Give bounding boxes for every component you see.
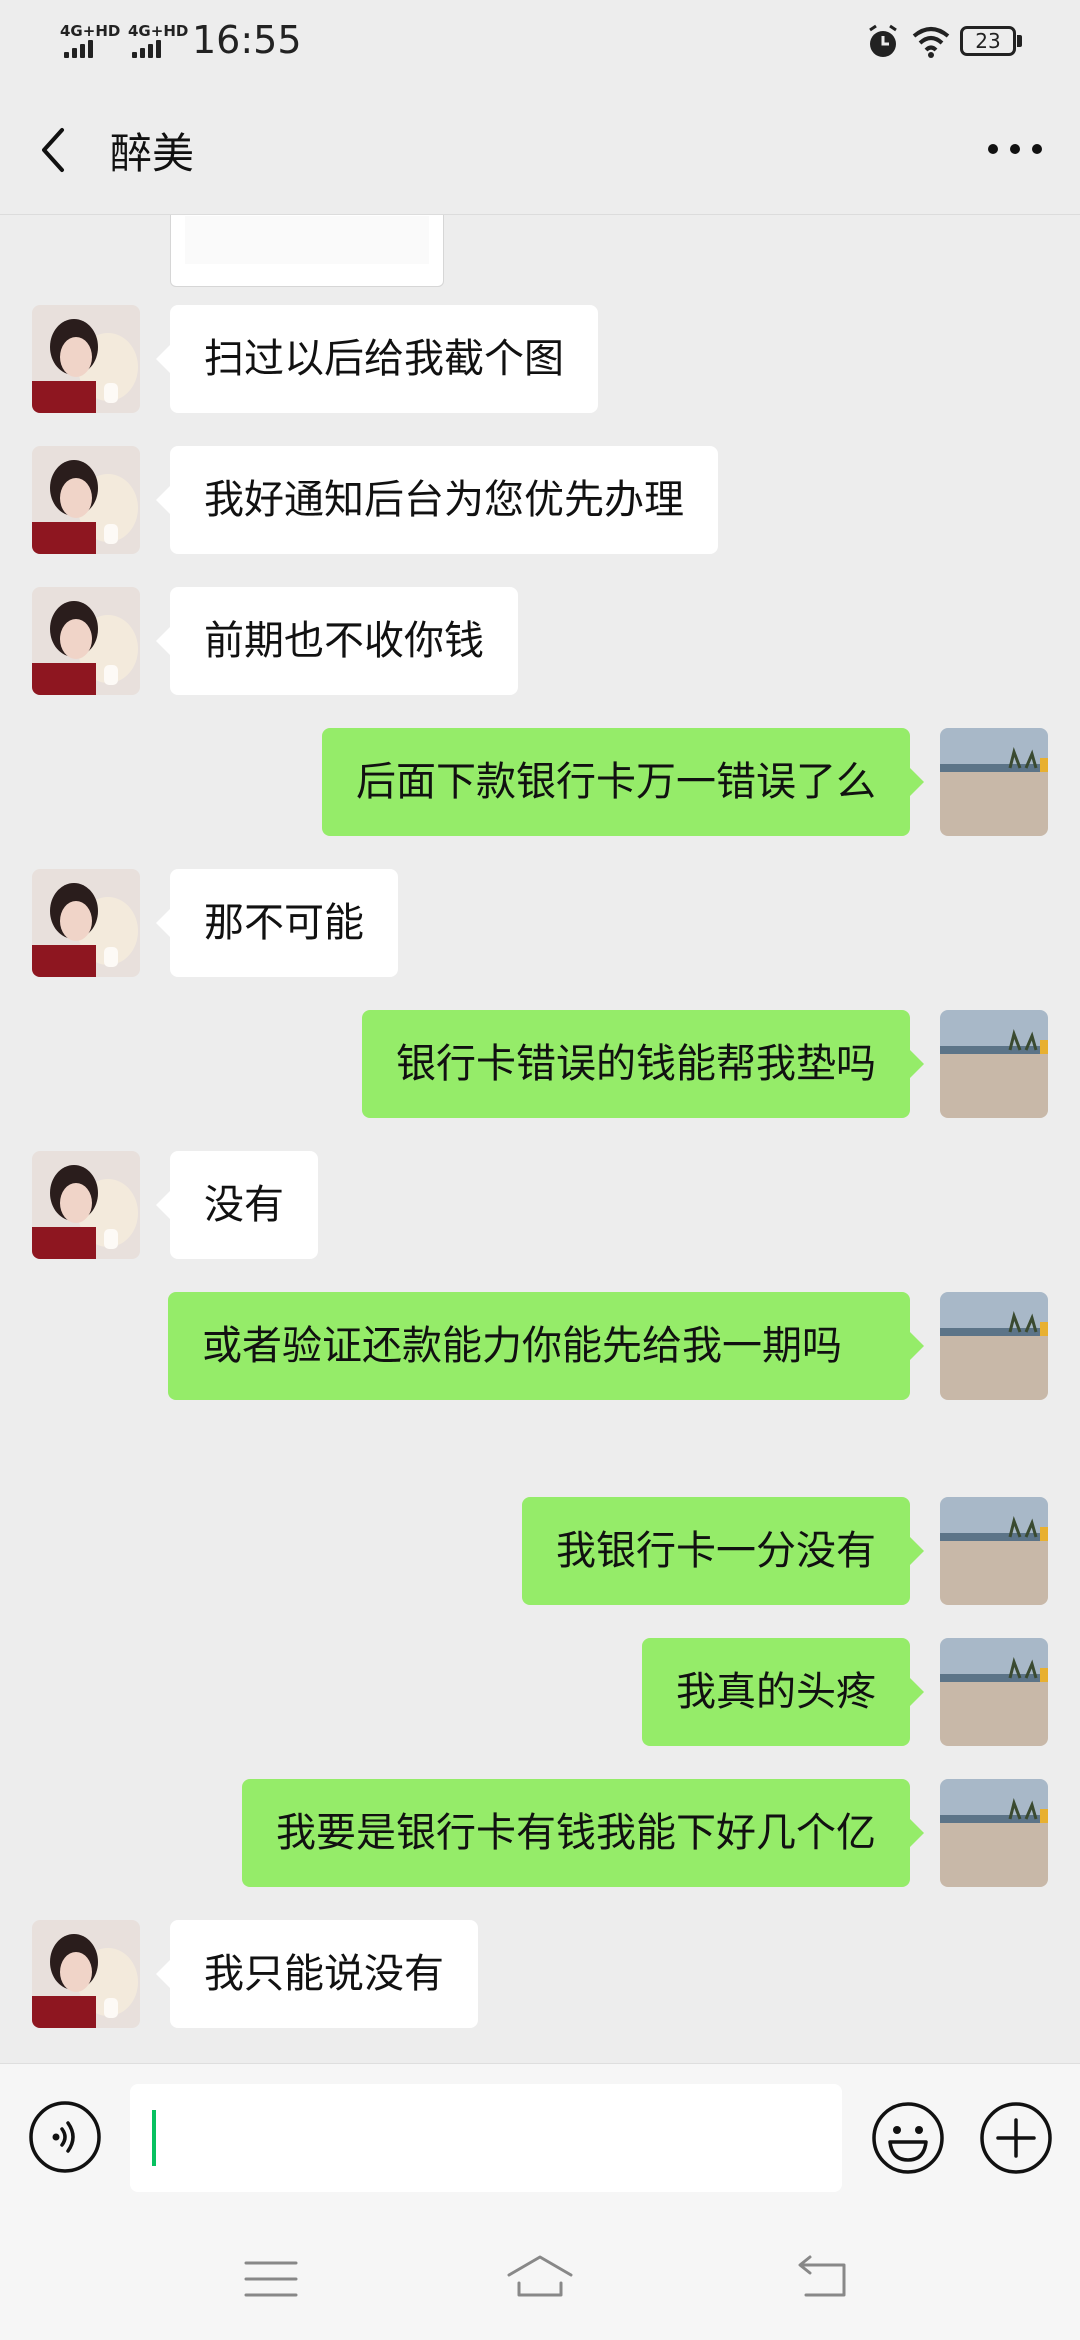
message-bubble[interactable]: 我好通知后台为您优先办理 bbox=[156, 446, 718, 554]
status-bar: 4G+HD 4G+HD 16:55 23 bbox=[0, 0, 1080, 84]
signal-icon bbox=[64, 40, 100, 58]
home-icon[interactable] bbox=[505, 2249, 575, 2309]
user-avatar[interactable] bbox=[940, 1779, 1048, 1887]
alarm-icon bbox=[869, 24, 897, 57]
menu-icon[interactable] bbox=[236, 2249, 306, 2309]
signal-icon bbox=[132, 40, 168, 58]
battery-icon: 23 bbox=[960, 26, 1016, 56]
message-input[interactable] bbox=[130, 2084, 842, 2192]
message-bubble[interactable]: 前期也不收你钱 bbox=[156, 587, 518, 695]
user-avatar[interactable] bbox=[940, 1010, 1048, 1118]
message-bubble[interactable]: 或者验证还款能力你能先给我一期吗 bbox=[168, 1292, 924, 1400]
network-indicator-1: 4G+HD bbox=[60, 22, 121, 40]
contact-avatar[interactable] bbox=[32, 587, 140, 695]
contact-avatar[interactable] bbox=[32, 1920, 140, 2028]
voice-icon[interactable] bbox=[28, 2100, 102, 2174]
user-avatar[interactable] bbox=[940, 1638, 1048, 1746]
message-bubble[interactable]: 扫过以后给我截个图 bbox=[156, 305, 598, 413]
battery-level: 23 bbox=[975, 29, 1001, 53]
message-bubble[interactable]: 我真的头疼 bbox=[642, 1638, 924, 1746]
emoji-icon[interactable] bbox=[870, 2100, 946, 2176]
message-bubble[interactable]: 后面下款银行卡万一错误了么 bbox=[322, 728, 924, 836]
wifi-icon bbox=[912, 27, 950, 58]
contact-avatar[interactable] bbox=[32, 305, 140, 413]
back-icon[interactable] bbox=[788, 2249, 858, 2309]
message-bubble[interactable]: 银行卡错误的钱能帮我垫吗 bbox=[362, 1010, 924, 1118]
system-nav-bar bbox=[0, 2213, 1080, 2340]
message-bubble[interactable]: 那不可能 bbox=[156, 869, 398, 977]
chat-input-bar bbox=[0, 2063, 1080, 2214]
user-avatar[interactable] bbox=[940, 1497, 1048, 1605]
contact-avatar[interactable] bbox=[32, 869, 140, 977]
more-dots-icon[interactable] bbox=[980, 124, 1050, 174]
contact-avatar[interactable] bbox=[32, 1151, 140, 1259]
message-bubble[interactable]: 我只能说没有 bbox=[156, 1920, 478, 2028]
contact-avatar[interactable] bbox=[32, 446, 140, 554]
user-avatar[interactable] bbox=[940, 728, 1048, 836]
status-time: 16:55 bbox=[192, 18, 302, 62]
message-bubble[interactable]: 我要是银行卡有钱我能下好几个亿 bbox=[242, 1779, 924, 1887]
chat-header: 醉美 bbox=[0, 84, 1080, 215]
network-indicator-2: 4G+HD bbox=[128, 22, 189, 40]
message-card-partial[interactable] bbox=[170, 215, 444, 287]
chat-title[interactable]: 醉美 bbox=[110, 120, 194, 181]
text-cursor bbox=[152, 2110, 156, 2166]
chevron-left-icon[interactable] bbox=[30, 120, 80, 180]
plus-icon[interactable] bbox=[978, 2100, 1054, 2176]
message-bubble[interactable]: 我银行卡一分没有 bbox=[522, 1497, 924, 1605]
message-bubble[interactable]: 没有 bbox=[156, 1151, 318, 1259]
user-avatar[interactable] bbox=[940, 1292, 1048, 1400]
chat-message-list[interactable]: 扫过以后给我截个图 我好通知后台为您优先办理 前期也不收你钱 后面下款银行卡万一… bbox=[0, 215, 1080, 2063]
